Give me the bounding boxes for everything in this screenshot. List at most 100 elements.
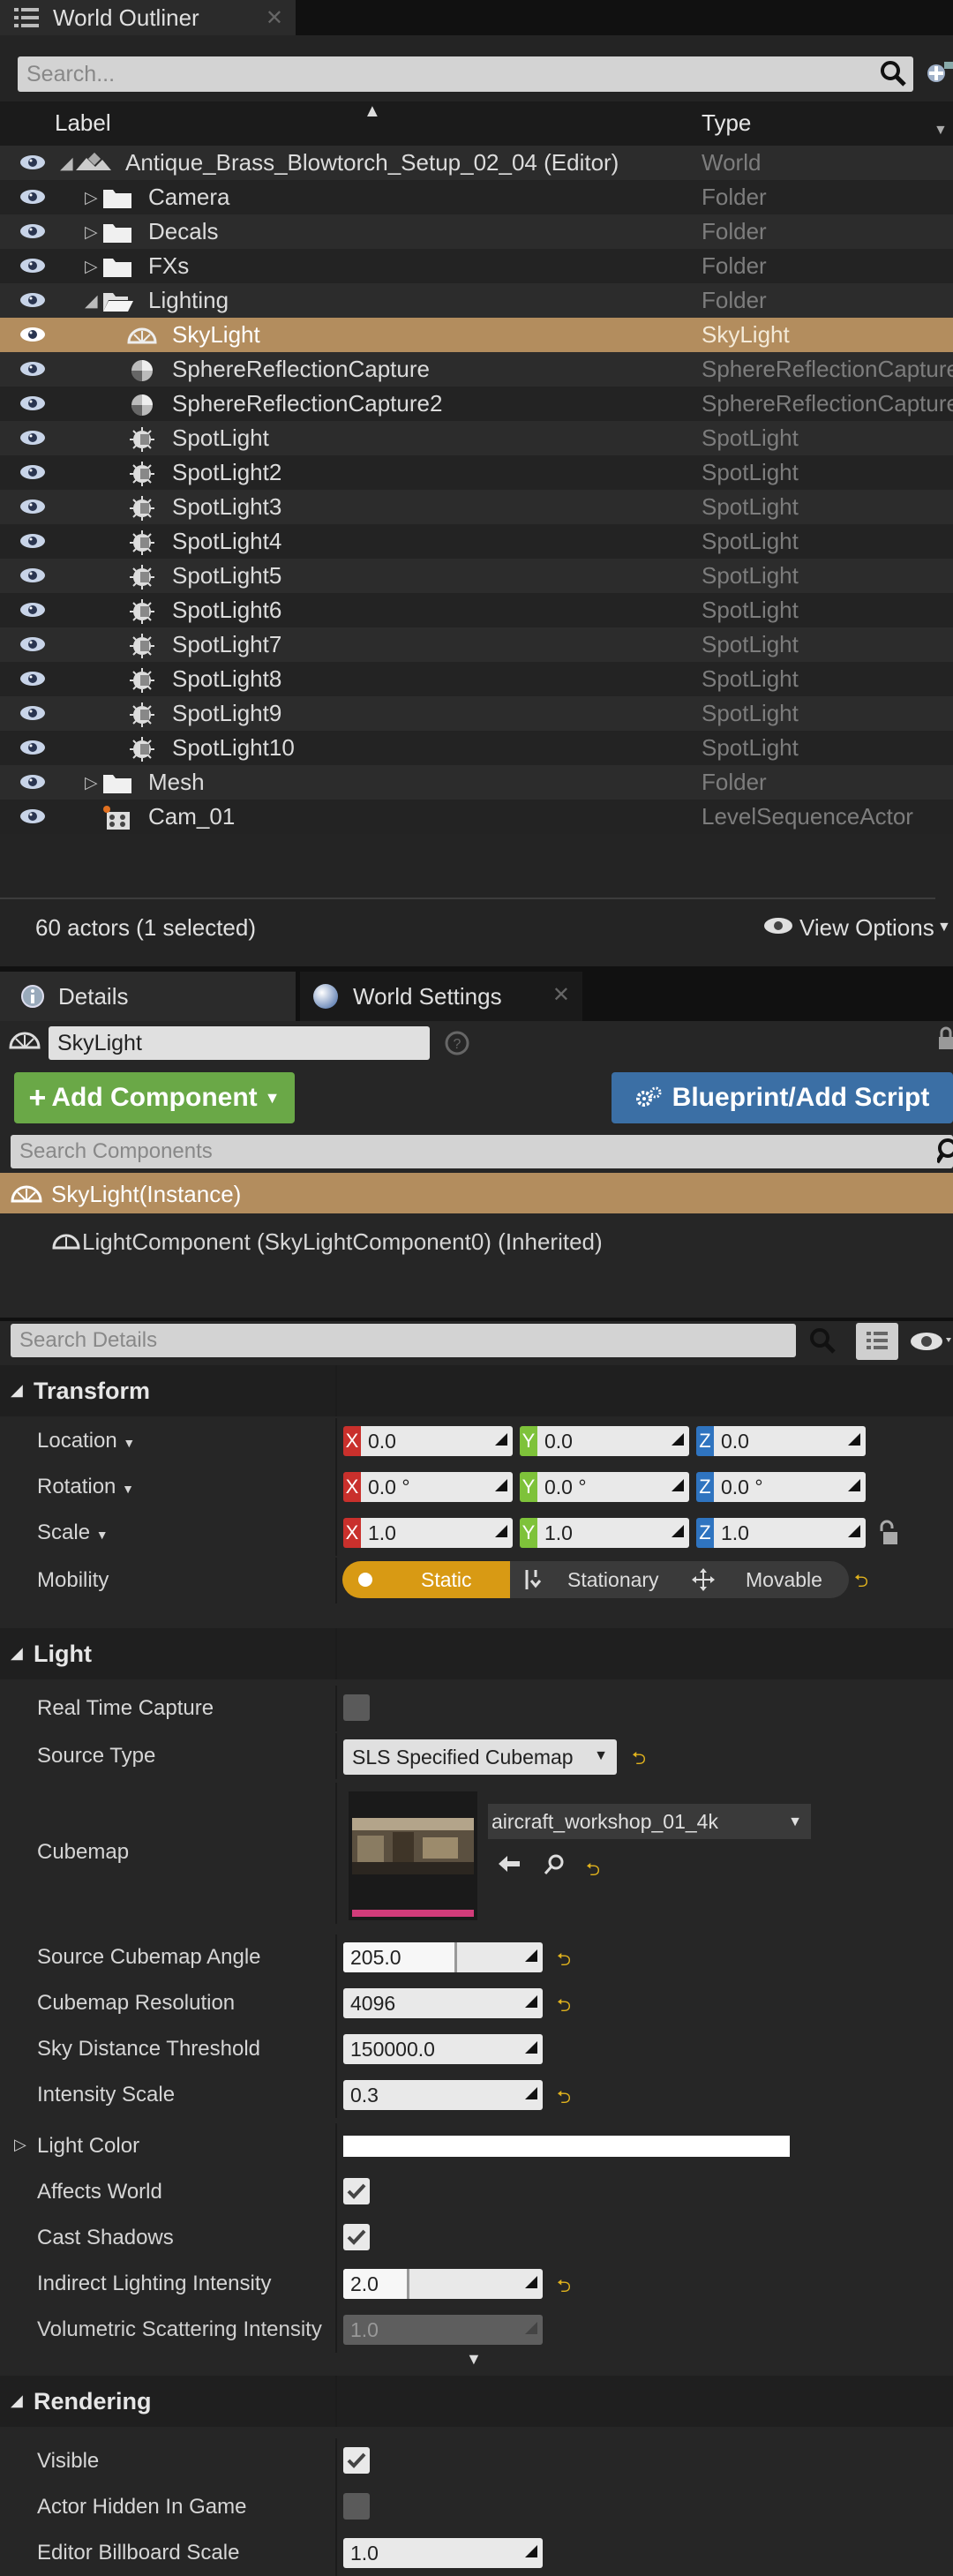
rotation-y-input[interactable]: 0.0 ° <box>537 1472 689 1502</box>
scale-z-input[interactable]: 1.0 <box>714 1518 866 1548</box>
column-splitter[interactable] <box>335 2376 337 2427</box>
close-icon[interactable]: ✕ <box>266 5 283 31</box>
column-splitter[interactable] <box>335 1628 337 1679</box>
rotation-label[interactable]: Rotation ▼ <box>37 1475 134 1499</box>
collapse-arrow-icon[interactable]: ◢ <box>60 154 73 174</box>
outliner-row-selected[interactable]: SkyLight SkyLight <box>0 318 953 352</box>
mobility-movable-option[interactable]: Movable <box>677 1561 849 1598</box>
visibility-eye-icon[interactable] <box>19 292 46 308</box>
chevron-down-icon[interactable]: ▼ <box>937 920 951 935</box>
visibility-eye-icon[interactable] <box>19 361 46 377</box>
column-label[interactable]: Label <box>55 109 111 137</box>
actor-hidden-checkbox[interactable] <box>343 2493 370 2520</box>
visibility-eye-icon[interactable] <box>19 740 46 755</box>
expand-arrow-icon[interactable]: ▷ <box>85 222 98 243</box>
outliner-row[interactable]: SphereReflectionCapture2 SphereReflection… <box>0 387 953 421</box>
outliner-row[interactable]: ▷ FXs Folder <box>0 249 953 283</box>
visibility-eye-icon[interactable] <box>19 223 46 239</box>
view-options-button[interactable]: View Options <box>799 914 934 942</box>
visibility-eye-icon[interactable] <box>19 395 46 411</box>
actor-name-input[interactable]: SkyLight <box>49 1026 430 1060</box>
visibility-eye-icon[interactable] <box>19 671 46 687</box>
expand-arrow-icon[interactable]: ▷ <box>85 257 98 277</box>
outliner-row[interactable]: SpotLight SpotLight <box>0 421 953 455</box>
outliner-row[interactable]: ▷ Mesh Folder <box>0 765 953 800</box>
outliner-row[interactable]: SpotLight4 SpotLight <box>0 524 953 559</box>
cubemap-resolution-input[interactable]: 4096 <box>343 1988 543 2018</box>
reset-to-default-icon[interactable]: ⮌ <box>632 1746 646 1776</box>
outliner-row[interactable]: SpotLight2 SpotLight <box>0 455 953 490</box>
light-color-swatch[interactable] <box>343 2136 790 2157</box>
outliner-row[interactable]: SpotLight7 SpotLight <box>0 627 953 662</box>
visibility-eye-icon[interactable] <box>19 774 46 790</box>
rotation-x-input[interactable]: 0.0 ° <box>361 1472 513 1502</box>
billboard-scale-input[interactable]: 1.0 <box>343 2538 543 2568</box>
scale-label[interactable]: Scale ▼ <box>37 1521 109 1545</box>
outliner-row[interactable]: SpotLight3 SpotLight <box>0 490 953 524</box>
outliner-row[interactable]: ◢ Antique_Brass_Blowtorch_Setup_02_04 (Ed… <box>0 146 953 180</box>
reset-to-default-icon[interactable]: ⮌ <box>557 1993 571 2023</box>
search-icon[interactable] <box>878 58 908 88</box>
affects-world-checkbox[interactable] <box>343 2178 370 2204</box>
location-x-input[interactable]: 0.0 <box>361 1426 513 1456</box>
visibility-eye-icon[interactable] <box>19 636 46 652</box>
search-icon[interactable] <box>542 1853 567 1876</box>
mobility-stationary-option[interactable]: Stationary <box>513 1561 675 1598</box>
outliner-row[interactable]: SpotLight5 SpotLight <box>0 559 953 593</box>
component-instance-row[interactable]: SkyLight(Instance) <box>0 1173 953 1213</box>
eye-icon[interactable] <box>762 916 794 935</box>
visibility-eye-icon[interactable] <box>19 602 46 618</box>
scale-y-input[interactable]: 1.0 <box>537 1518 689 1548</box>
search-components-input[interactable]: Search Components <box>11 1135 953 1168</box>
outliner-row[interactable]: ▷ Decals Folder <box>0 214 953 249</box>
visibility-eye-icon[interactable] <box>19 705 46 721</box>
outliner-row[interactable]: SpotLight9 SpotLight <box>0 696 953 731</box>
location-z-input[interactable]: 0.0 <box>714 1426 866 1456</box>
add-component-button[interactable]: + Add Component ▼ <box>14 1072 295 1123</box>
visibility-eye-icon[interactable] <box>19 567 46 583</box>
cast-shadows-checkbox[interactable] <box>343 2224 370 2250</box>
advanced-expander[interactable]: ▼ <box>0 2350 953 2368</box>
reset-to-default-icon[interactable]: ⮌ <box>586 1857 600 1887</box>
reset-to-default-icon[interactable]: ⮌ <box>557 1947 571 1977</box>
property-matrix-icon[interactable] <box>856 1323 898 1360</box>
cubemap-thumbnail[interactable] <box>349 1791 477 1920</box>
visibility-eye-icon[interactable] <box>19 464 46 480</box>
source-cubemap-angle-input[interactable]: 205.0 <box>343 1942 543 1972</box>
section-transform[interactable]: ◢ Transform <box>0 1365 953 1416</box>
section-rendering[interactable]: ◢ Rendering <box>0 2376 953 2427</box>
visibility-eye-icon[interactable] <box>19 808 46 824</box>
arrow-left-icon[interactable] <box>497 1853 522 1874</box>
tab-world-settings[interactable]: World Settings ✕ <box>300 972 582 1021</box>
blueprint-add-script-button[interactable]: Blueprint/Add Script <box>612 1072 953 1123</box>
reset-to-default-icon[interactable]: ⮌ <box>557 2273 571 2303</box>
visibility-eye-icon[interactable] <box>19 533 46 549</box>
visibility-eye-icon[interactable] <box>19 258 46 274</box>
scale-x-input[interactable]: 1.0 <box>361 1518 513 1548</box>
column-options-icon[interactable]: ▼ <box>934 123 948 139</box>
cubemap-asset-dropdown[interactable]: aircraft_workshop_01_4k ▼ <box>488 1804 811 1839</box>
intensity-scale-input[interactable]: 0.3 <box>343 2080 543 2110</box>
outliner-search-input[interactable]: Search... <box>18 56 913 92</box>
column-type[interactable]: Type <box>702 109 751 137</box>
lock-icon[interactable] <box>878 1519 899 1547</box>
component-row-lightcomponent[interactable]: LightComponent (SkyLightComponent0) (Inh… <box>0 1220 953 1261</box>
column-splitter[interactable] <box>335 1365 337 1416</box>
eye-icon[interactable] <box>909 1331 953 1352</box>
outliner-row[interactable]: SpotLight6 SpotLight <box>0 593 953 627</box>
indirect-lighting-intensity-input[interactable]: 2.0 <box>343 2269 543 2299</box>
real-time-capture-checkbox[interactable] <box>343 1694 370 1721</box>
search-icon[interactable] <box>937 1136 953 1166</box>
outliner-row[interactable]: ◢ Lighting Folder <box>0 283 953 318</box>
sky-distance-threshold-input[interactable]: 150000.0 <box>343 2034 543 2064</box>
mobility-static-option[interactable]: Static <box>342 1561 510 1598</box>
expand-arrow-icon[interactable]: ▷ <box>85 773 98 793</box>
visibility-eye-icon[interactable] <box>19 499 46 514</box>
outliner-row[interactable]: SpotLight10 SpotLight <box>0 731 953 765</box>
reset-to-default-icon[interactable]: ⮌ <box>854 1568 868 1598</box>
add-folder-icon[interactable] <box>923 58 953 88</box>
help-icon[interactable]: ? <box>444 1030 470 1056</box>
expand-arrow-icon[interactable]: ▷ <box>85 188 98 208</box>
lock-icon[interactable] <box>939 1026 953 1053</box>
collapse-arrow-icon[interactable]: ◢ <box>85 291 98 312</box>
